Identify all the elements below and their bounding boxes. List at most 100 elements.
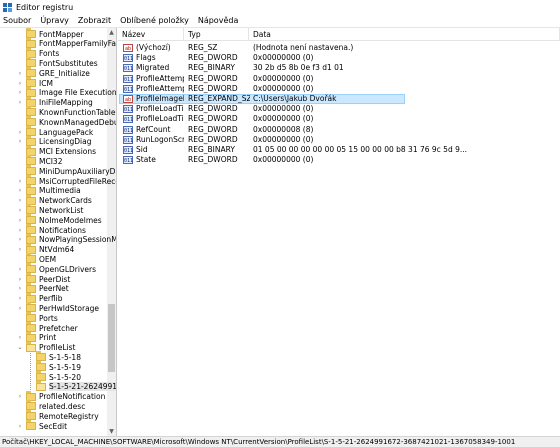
tree-item-label: ICM — [39, 78, 53, 88]
value-row[interactable]: 011 RefCount REG_DWORD 0x00000008 (8) — [118, 125, 560, 135]
collapsed-chevron-icon[interactable]: › — [16, 89, 24, 96]
value-type: REG_DWORD — [188, 73, 238, 83]
tree-item[interactable]: › PeerDist — [19, 273, 70, 284]
tree-item[interactable]: S-1-5-20 — [36, 371, 81, 382]
tree-item[interactable]: KnownFunctionTable — [26, 106, 115, 117]
menu-zobrazit[interactable]: Zobrazit — [78, 16, 111, 25]
tree-item-label: MCI Extensions — [39, 147, 97, 157]
tree-item[interactable]: › PeerNet — [19, 282, 69, 294]
tree-item[interactable]: MiniDumpAuxiliaryDl — [26, 165, 116, 176]
tree-item[interactable]: › NetworkList — [19, 204, 83, 215]
column-data[interactable]: Data — [249, 28, 560, 41]
folder-icon — [36, 371, 46, 381]
collapsed-chevron-icon[interactable]: › — [16, 178, 24, 185]
folder-icon — [26, 312, 36, 323]
collapsed-chevron-icon[interactable]: › — [16, 187, 24, 194]
collapsed-chevron-icon[interactable]: › — [16, 285, 24, 292]
value-row[interactable]: 011 Migrated REG_BINARY 30 2b d5 8b 0e f3 d… — [118, 63, 560, 73]
menu-oblibene[interactable]: Oblíbené položky — [120, 16, 189, 25]
tree-item[interactable]: › NetworkCards — [19, 194, 92, 206]
value-row[interactable]: 011ProfileLoadTim... REG_DWORD 0x00000000 … — [118, 104, 560, 114]
tree-item[interactable]: FontSubstitutes — [26, 57, 98, 68]
tree-item[interactable]: › Multimedia — [19, 184, 81, 196]
expanded-chevron-icon[interactable]: ⌄ — [16, 344, 24, 351]
collapsed-chevron-icon[interactable]: › — [16, 227, 24, 234]
scroll-up-icon[interactable]: ▲ — [107, 28, 116, 37]
tree-item[interactable]: › LanguagePack — [19, 126, 93, 137]
tree-item[interactable]: MCI32 — [26, 155, 62, 166]
value-data: 0x00000000 (0) — [253, 83, 314, 93]
tree-item[interactable]: Prefetcher — [26, 322, 78, 333]
value-name: ProfileAttempte... — [136, 83, 184, 93]
value-row[interactable]: 011 State REG_DWORD 0x00000000 (0) — [118, 155, 560, 165]
collapsed-chevron-icon[interactable]: › — [16, 246, 24, 253]
menu-upravy[interactable]: Úpravy — [40, 16, 69, 25]
collapsed-chevron-icon[interactable]: › — [16, 305, 24, 312]
tree-item[interactable]: › GRE_Initialize — [19, 67, 90, 78]
tree-item[interactable]: › IniFileMapping — [19, 96, 93, 108]
collapsed-chevron-icon[interactable]: › — [16, 393, 24, 400]
collapsed-chevron-icon[interactable]: › — [16, 236, 24, 243]
tree-item[interactable]: S-1-5-19 — [36, 361, 81, 372]
tree-item-label: Prefetcher — [39, 323, 78, 333]
tree-item[interactable]: ⌄ ProfileList — [17, 341, 75, 353]
collapsed-chevron-icon[interactable]: › — [16, 423, 24, 430]
tree-item[interactable]: › PerHwIdStorage — [19, 302, 99, 313]
key-tree[interactable]: ▲ ▼ FontMapper FontMapperFamilyFa Fonts Fon… — [0, 28, 117, 436]
binary-value-icon: 011 — [123, 74, 134, 83]
menu-napoveda[interactable]: Nápověda — [198, 16, 239, 25]
tree-item[interactable]: › Notifications — [19, 224, 86, 235]
value-row[interactable]: 011 Sid REG_BINARY 01 05 00 00 00 00 00 05 … — [118, 145, 560, 155]
value-row[interactable]: 011ProfileAttempte... REG_DWORD 0x00000000… — [118, 84, 560, 94]
tree-item[interactable]: › LicensingDiag — [19, 135, 91, 147]
value-name: Flags — [136, 53, 156, 63]
tree-item[interactable]: › NowPlayingSessionM — [19, 233, 116, 245]
tree-item[interactable]: related.desc — [26, 400, 85, 411]
tree-item[interactable]: › NtVdm64 — [19, 243, 74, 255]
collapsed-chevron-icon[interactable]: › — [16, 207, 24, 214]
value-data: 30 2b d5 8b 0e f3 d1 01 — [253, 63, 344, 73]
tree-item[interactable]: › Perflib — [19, 292, 63, 304]
tree-item[interactable]: FontMapper — [26, 28, 84, 39]
value-row[interactable]: 011ProfileLoadTim... REG_DWORD 0x00000000 … — [118, 114, 560, 124]
collapsed-chevron-icon[interactable]: › — [16, 334, 24, 341]
tree-item-label: FontMapperFamilyFa — [39, 39, 116, 49]
folder-icon — [26, 57, 36, 68]
value-row[interactable]: 011 Flags REG_DWORD 0x00000000 (0) — [118, 53, 560, 63]
value-row[interactable]: 011RunLogonScript... REG_DWORD 0x00000000 … — [118, 135, 560, 145]
value-row[interactable]: 011ProfileAttempte... REG_DWORD 0x00000000… — [118, 74, 560, 84]
folder-icon — [26, 302, 36, 313]
tree-item[interactable]: MCI Extensions — [26, 145, 97, 157]
collapsed-chevron-icon[interactable]: › — [16, 70, 24, 77]
tree-scroll-thumb[interactable] — [108, 304, 115, 372]
tree-item[interactable]: FontMapperFamilyFa — [26, 37, 116, 49]
value-row[interactable]: ab (Výchozí) REG_SZ (Hodnota není nastavena… — [118, 43, 560, 53]
collapsed-chevron-icon[interactable]: › — [16, 80, 24, 87]
column-type[interactable]: Typ — [184, 28, 249, 41]
column-name[interactable]: Název — [118, 28, 184, 41]
tree-item[interactable]: › ProfileNotification — [19, 390, 105, 402]
tree-item[interactable]: › OpenGLDrivers — [19, 263, 96, 274]
folder-icon — [26, 37, 36, 48]
tree-item-label: NetworkCards — [39, 196, 92, 206]
tree-item[interactable]: › SecEdit — [19, 420, 67, 431]
tree-item[interactable]: › Image File Execution ( — [19, 86, 116, 98]
collapsed-chevron-icon[interactable]: › — [16, 266, 24, 273]
value-row[interactable]: abProfileImagePath REG_EXPAND_SZC:\Users\… — [118, 94, 560, 104]
scroll-down-icon[interactable]: ▼ — [107, 427, 116, 436]
menu-soubor[interactable]: Soubor — [3, 16, 31, 25]
collapsed-chevron-icon[interactable]: › — [16, 217, 24, 224]
collapsed-chevron-icon[interactable]: › — [16, 129, 24, 136]
collapsed-chevron-icon[interactable]: › — [16, 295, 24, 302]
tree-item[interactable]: S-1-5-21-2624991 — [36, 380, 116, 392]
collapsed-chevron-icon[interactable]: › — [16, 197, 24, 204]
tree-item-label: Print — [39, 333, 57, 343]
collapsed-chevron-icon[interactable]: › — [16, 276, 24, 283]
collapsed-chevron-icon[interactable]: › — [16, 99, 24, 106]
tree-item[interactable]: › MsiCorruptedFileReco — [19, 175, 116, 186]
collapsed-chevron-icon[interactable]: › — [16, 138, 24, 145]
tree-item[interactable]: S-1-5-18 — [36, 351, 81, 362]
tree-item[interactable]: RemoteRegistry — [26, 410, 99, 421]
tree-item[interactable]: › NoImeModelmes — [19, 214, 102, 225]
tree-item[interactable]: KnownManagedDebu — [26, 116, 116, 127]
